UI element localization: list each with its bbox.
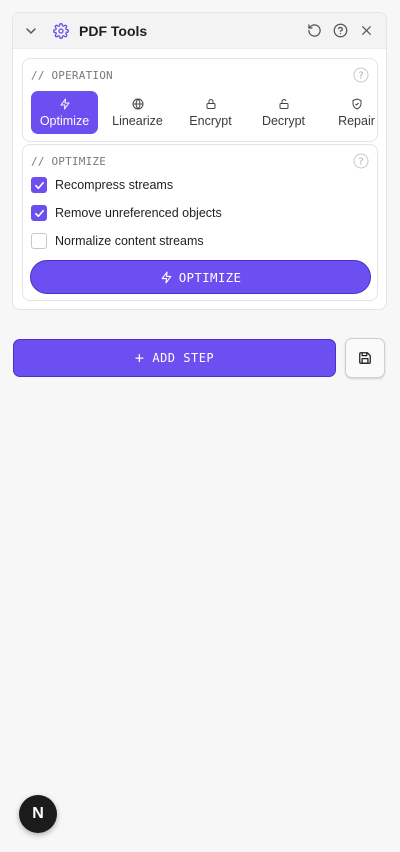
save-button[interactable] (345, 338, 385, 378)
op-encrypt[interactable]: Encrypt (177, 91, 244, 134)
op-label: Linearize (112, 113, 163, 128)
op-label: Repair (338, 113, 375, 128)
checkbox-unchecked[interactable] (31, 233, 47, 249)
op-label: Encrypt (189, 113, 232, 128)
save-icon (359, 352, 371, 364)
help-icon[interactable]: ? (353, 67, 369, 83)
op-optimize[interactable]: Optimize (31, 91, 98, 134)
chevron-down-icon[interactable] (23, 23, 39, 39)
nextjs-badge[interactable]: N (19, 795, 57, 833)
shield-icon (352, 98, 361, 109)
checkbox-label: Normalize content streams (55, 234, 204, 248)
optimize-button-label: OPTIMIZE (178, 269, 242, 285)
operation-section: // OPERATION ? Optimize Linearize Encryp… (22, 58, 378, 142)
gear-icon (53, 22, 71, 40)
checkbox-checked[interactable] (31, 205, 47, 221)
globe-icon (132, 97, 143, 110)
check-remove-unreferenced[interactable]: Remove unreferenced objects (31, 205, 222, 221)
help-circle-icon[interactable] (330, 21, 350, 41)
lightning-icon (161, 271, 172, 283)
optimize-button[interactable]: OPTIMIZE (30, 260, 371, 294)
optimize-label: // OPTIMIZE (31, 155, 107, 168)
close-icon[interactable] (356, 21, 376, 41)
undo-icon[interactable] (304, 21, 324, 41)
svg-text:?: ? (358, 157, 363, 168)
add-step-label: ADD STEP (152, 351, 215, 365)
checkbox-checked[interactable] (31, 177, 47, 193)
svg-text:?: ? (358, 71, 363, 82)
unlock-icon (279, 98, 288, 109)
pdf-tools-card: PDF Tools // OPERATION ? Optimize Linear… (12, 12, 387, 310)
lock-icon (206, 98, 215, 109)
badge-letter: N (32, 805, 44, 822)
add-step-button[interactable]: + ADD STEP (13, 339, 336, 377)
tool-header: PDF Tools (13, 13, 386, 49)
operation-label: // OPERATION (31, 69, 113, 82)
op-label: Decrypt (261, 113, 306, 128)
op-repair[interactable]: Repair (323, 91, 390, 134)
help-icon[interactable]: ? (353, 153, 369, 169)
tool-title: PDF Tools (79, 22, 148, 39)
check-recompress-streams[interactable]: Recompress streams (31, 177, 173, 193)
checkbox-label: Recompress streams (55, 178, 174, 192)
op-linearize[interactable]: Linearize (104, 91, 171, 134)
lightning-icon (60, 98, 69, 109)
op-decrypt[interactable]: Decrypt (250, 91, 317, 134)
plus-icon: + (134, 349, 145, 367)
checkbox-label: Remove unreferenced objects (55, 206, 222, 220)
optimize-section: // OPTIMIZE ? Recompress streams Remove … (22, 144, 378, 301)
check-normalize-content[interactable]: Normalize content streams (31, 233, 204, 249)
operation-options: Optimize Linearize Encrypt Decrypt Repai… (31, 91, 390, 134)
op-label: Optimize (39, 113, 90, 128)
